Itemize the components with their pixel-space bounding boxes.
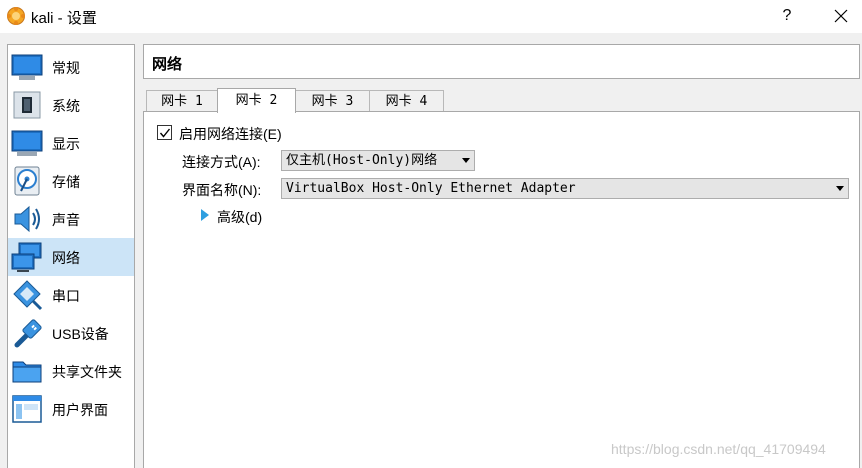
storage-disk-icon [14,166,40,196]
sidebar-item-label: 存储 [52,174,80,190]
advanced-toggle[interactable]: 高级(d) [217,207,262,227]
sidebar-item-label: 声音 [52,212,80,228]
sidebar-item-label: USB设备 [52,326,109,342]
sidebar-item-general[interactable]: 常规 [8,48,134,86]
watermark: https://blog.csdn.net/qq_41709494 [611,441,826,457]
tab-adapter-2[interactable]: 网卡 2 [217,88,296,113]
sidebar-item-label: 常规 [52,60,80,76]
sidebar-item-audio[interactable]: 声音 [8,200,134,238]
help-button[interactable]: ? [772,4,802,28]
sidebar-item-label: 串口 [52,288,80,304]
shared-folder-icon [12,361,42,383]
window-title: kali - 设置 [31,10,97,27]
chevron-down-icon [836,186,844,191]
title-bar: kali - 设置 ? [0,0,862,33]
sidebar-item-shared-folders[interactable]: 共享文件夹 [8,352,134,390]
user-interface-icon [12,395,42,423]
sidebar-item-label: 用户界面 [52,402,108,418]
adapter-name-select[interactable]: VirtualBox Host-Only Ethernet Adapter [281,178,849,199]
enable-adapter-checkbox[interactable] [157,125,172,140]
network-icon [11,242,42,272]
checkmark-icon [159,128,171,138]
audio-speaker-icon [14,205,40,233]
sidebar-item-network[interactable]: 网络 [8,238,134,276]
virtualbox-icon [7,7,25,25]
usb-icon [14,319,42,348]
sidebar-item-display[interactable]: 显示 [8,124,134,162]
sidebar-item-storage[interactable]: 存储 [8,162,134,200]
serial-port-icon [13,280,43,311]
adapter-panel: 启用网络连接(E) 连接方式(A): 仅主机(Host-Only)网络 界面名称… [143,111,860,468]
sidebar-item-serial[interactable]: 串口 [8,276,134,314]
enable-adapter-label: 启用网络连接(E) [179,126,282,142]
chevron-down-icon [462,158,470,163]
adapter-name-label: 界面名称(N): [182,182,262,198]
sidebar-item-system[interactable]: 系统 [8,86,134,124]
sidebar-item-label: 系统 [52,98,80,114]
tab-adapter-1[interactable]: 网卡 1 [146,90,218,112]
sidebar-item-user-interface[interactable]: 用户界面 [8,390,134,428]
expand-arrow-icon[interactable] [201,209,209,221]
adapter-name-value: VirtualBox Host-Only Ethernet Adapter [286,181,576,196]
system-chip-icon [13,91,41,119]
close-button[interactable] [826,4,856,28]
tab-adapter-4[interactable]: 网卡 4 [369,90,444,112]
sidebar-item-usb[interactable]: USB设备 [8,314,134,352]
page-title: 网络 [152,56,183,73]
adapter-tabs: 网卡 1 网卡 2 网卡 3 网卡 4 [143,88,860,113]
tab-adapter-3[interactable]: 网卡 3 [295,90,370,112]
close-icon [834,9,848,23]
attached-to-label: 连接方式(A): [182,154,261,170]
sidebar-item-label: 网络 [52,250,80,266]
general-monitor-icon [11,54,43,80]
display-monitor-icon [11,130,43,156]
page-header: 网络 [143,44,860,79]
attached-to-value: 仅主机(Host-Only)网络 [286,153,438,168]
attached-to-select[interactable]: 仅主机(Host-Only)网络 [281,150,475,171]
settings-sidebar: 常规 系统 显示 存储 声音 网络 串口 USB设备 共享文件夹 用户界面 [7,44,135,468]
sidebar-item-label: 共享文件夹 [52,364,122,380]
sidebar-item-label: 显示 [52,136,80,152]
